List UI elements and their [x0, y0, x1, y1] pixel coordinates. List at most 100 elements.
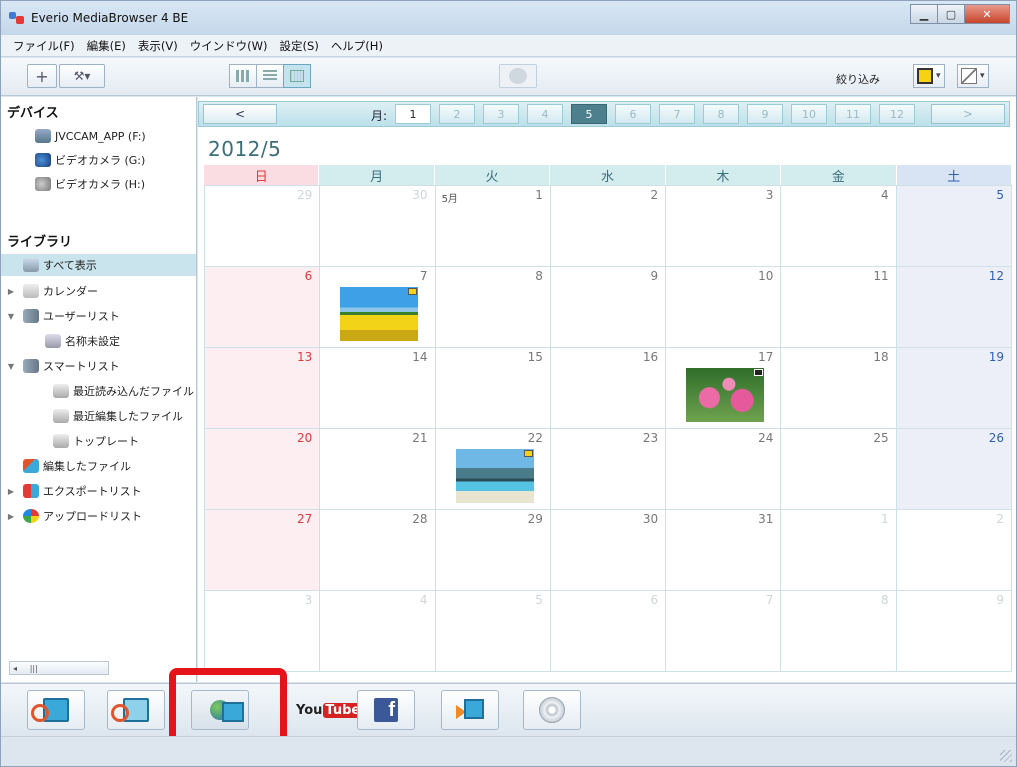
close-button[interactable]: ✕ — [964, 4, 1010, 24]
calendar-day-cell[interactable]: 12 — [896, 267, 1012, 348]
list-view-button[interactable] — [256, 64, 284, 88]
device-item[interactable]: ビデオカメラ (G:) — [1, 149, 196, 171]
calendar-view-button[interactable] — [283, 64, 311, 88]
calendar-day-cell[interactable]: 5 — [896, 186, 1012, 267]
library-item-edited-files[interactable]: 編集したファイル — [1, 455, 196, 477]
calendar-day-cell[interactable]: 26 — [896, 429, 1012, 510]
calendar-day-cell[interactable]: 10 — [666, 267, 782, 348]
calendar-day-cell[interactable]: 8 — [435, 267, 551, 348]
calendar-day-cell[interactable]: 30 — [550, 510, 667, 591]
month-button-2[interactable]: 2 — [439, 104, 475, 124]
filter-color-dropdown[interactable]: ▾ — [913, 64, 945, 88]
calendar-day-cell[interactable]: 7 — [666, 591, 782, 672]
calendar-day-cell[interactable]: 27 — [205, 510, 321, 591]
create-disc-button[interactable] — [523, 690, 581, 730]
tools-dropdown-button[interactable]: ⚒▾ — [59, 64, 105, 88]
calendar-day-cell[interactable]: 22 — [435, 429, 551, 510]
expand-arrow-icon[interactable]: ▶ — [5, 487, 17, 496]
calendar-day-cell[interactable]: 23 — [550, 429, 667, 510]
library-item-calendar[interactable]: ▶ カレンダー — [1, 280, 196, 302]
share-disabled-button[interactable] — [499, 64, 537, 88]
month-button-6[interactable]: 6 — [615, 104, 651, 124]
edit-photo-button[interactable] — [107, 690, 165, 730]
calendar-day-cell[interactable]: 4 — [320, 591, 436, 672]
calendar-day-cell[interactable]: 6 — [205, 267, 321, 348]
month-button-3[interactable]: 3 — [483, 104, 519, 124]
previous-month-button[interactable]: < — [203, 104, 277, 124]
calendar-day-cell[interactable]: 7 — [320, 267, 436, 348]
facebook-upload-button[interactable]: f — [357, 690, 415, 730]
calendar-day-cell[interactable]: 15 — [435, 348, 551, 429]
month-button-10[interactable]: 10 — [791, 104, 827, 124]
calendar-day-cell[interactable]: 13 — [205, 348, 321, 429]
month-button-11[interactable]: 11 — [835, 104, 871, 124]
menu-view[interactable]: 表示(V) — [132, 38, 184, 54]
calendar-day-cell[interactable]: 11 — [781, 267, 897, 348]
calendar-day-cell[interactable]: 2 — [550, 186, 667, 267]
device-item[interactable]: ビデオカメラ (H:) — [1, 173, 196, 195]
calendar-day-cell[interactable]: 3 — [666, 186, 782, 267]
library-item-recent-edited[interactable]: 最近編集したファイル — [1, 405, 196, 427]
collapse-arrow-icon[interactable]: ▼ — [5, 362, 17, 371]
calendar-day-cell[interactable]: 9 — [896, 591, 1012, 672]
media-thumbnail[interactable] — [340, 287, 419, 341]
month-button-7[interactable]: 7 — [659, 104, 695, 124]
calendar-day-cell[interactable]: 25 — [781, 429, 897, 510]
calendar-day-cell[interactable]: 9 — [550, 267, 667, 348]
collapse-arrow-icon[interactable]: ▼ — [5, 312, 17, 321]
calendar-day-cell[interactable]: 29 — [435, 510, 551, 591]
calendar-day-cell[interactable]: 1 5月 — [435, 186, 551, 267]
filter-rating-dropdown[interactable]: ▾ — [957, 64, 989, 88]
calendar-day-cell[interactable]: 1 — [781, 510, 897, 591]
calendar-day-cell[interactable]: 6 — [550, 591, 667, 672]
calendar-day-cell[interactable]: 24 — [666, 429, 782, 510]
menu-file[interactable]: ファイル(F) — [7, 38, 81, 54]
calendar-day-cell[interactable]: 16 — [550, 348, 667, 429]
resize-grip[interactable] — [1000, 750, 1012, 762]
month-button-1[interactable]: 1 — [395, 104, 431, 124]
expand-arrow-icon[interactable]: ▶ — [5, 287, 17, 296]
calendar-day-cell[interactable]: 30 — [320, 186, 436, 267]
library-item-recent-imported[interactable]: 最近読み込んだファイル — [1, 380, 196, 402]
calendar-day-cell[interactable]: 28 — [320, 510, 436, 591]
calendar-day-cell[interactable]: 29 — [205, 186, 321, 267]
edit-video-button[interactable] — [27, 690, 85, 730]
month-button-5[interactable]: 5 — [571, 104, 607, 124]
library-item-export[interactable]: ▶ エクスポートリスト — [1, 480, 196, 502]
library-item-untitled[interactable]: 名称未設定 — [1, 330, 196, 352]
add-button[interactable]: + — [27, 64, 57, 88]
month-button-8[interactable]: 8 — [703, 104, 739, 124]
youtube-upload-button[interactable]: You Tube — [293, 690, 363, 730]
calendar-day-cell[interactable]: 3 — [205, 591, 321, 672]
month-button-4[interactable]: 4 — [527, 104, 563, 124]
library-item-upload[interactable]: ▶ アップロードリスト — [1, 505, 196, 527]
calendar-day-cell[interactable]: 2 — [896, 510, 1012, 591]
calendar-day-cell[interactable]: 8 — [781, 591, 897, 672]
export-button[interactable] — [441, 690, 499, 730]
calendar-day-cell[interactable]: 18 — [781, 348, 897, 429]
calendar-day-cell[interactable]: 14 — [320, 348, 436, 429]
menu-help[interactable]: ヘルプ(H) — [325, 38, 389, 54]
menu-edit[interactable]: 編集(E) — [81, 38, 132, 54]
menu-settings[interactable]: 設定(S) — [274, 38, 325, 54]
thumbnail-view-button[interactable] — [229, 64, 257, 88]
calendar-day-cell[interactable]: 31 — [666, 510, 782, 591]
minimize-button[interactable]: ▁ — [910, 4, 938, 24]
calendar-day-cell[interactable]: 5 — [435, 591, 551, 672]
library-item-userlist[interactable]: ▼ ユーザーリスト — [1, 305, 196, 327]
library-item-smartlist[interactable]: ▼ スマートリスト — [1, 355, 196, 377]
calendar-day-cell[interactable]: 19 — [896, 348, 1012, 429]
month-button-9[interactable]: 9 — [747, 104, 783, 124]
month-button-12[interactable]: 12 — [879, 104, 915, 124]
library-item-top-rated[interactable]: トップレート — [1, 430, 196, 452]
menu-window[interactable]: ウインドウ(W) — [184, 38, 274, 54]
device-item[interactable]: JVCCAM_APP (F:) — [1, 125, 196, 147]
calendar-day-cell[interactable]: 20 — [205, 429, 321, 510]
next-month-button[interactable]: > — [931, 104, 1005, 124]
calendar-day-cell[interactable]: 21 — [320, 429, 436, 510]
calendar-day-cell[interactable]: 4 — [781, 186, 897, 267]
library-item-all[interactable]: すべて表示 — [1, 254, 196, 276]
expand-arrow-icon[interactable]: ▶ — [5, 512, 17, 521]
sidebar-horizontal-scrollbar[interactable]: ◂ ||| — [9, 661, 109, 675]
media-thumbnail[interactable] — [455, 449, 534, 503]
